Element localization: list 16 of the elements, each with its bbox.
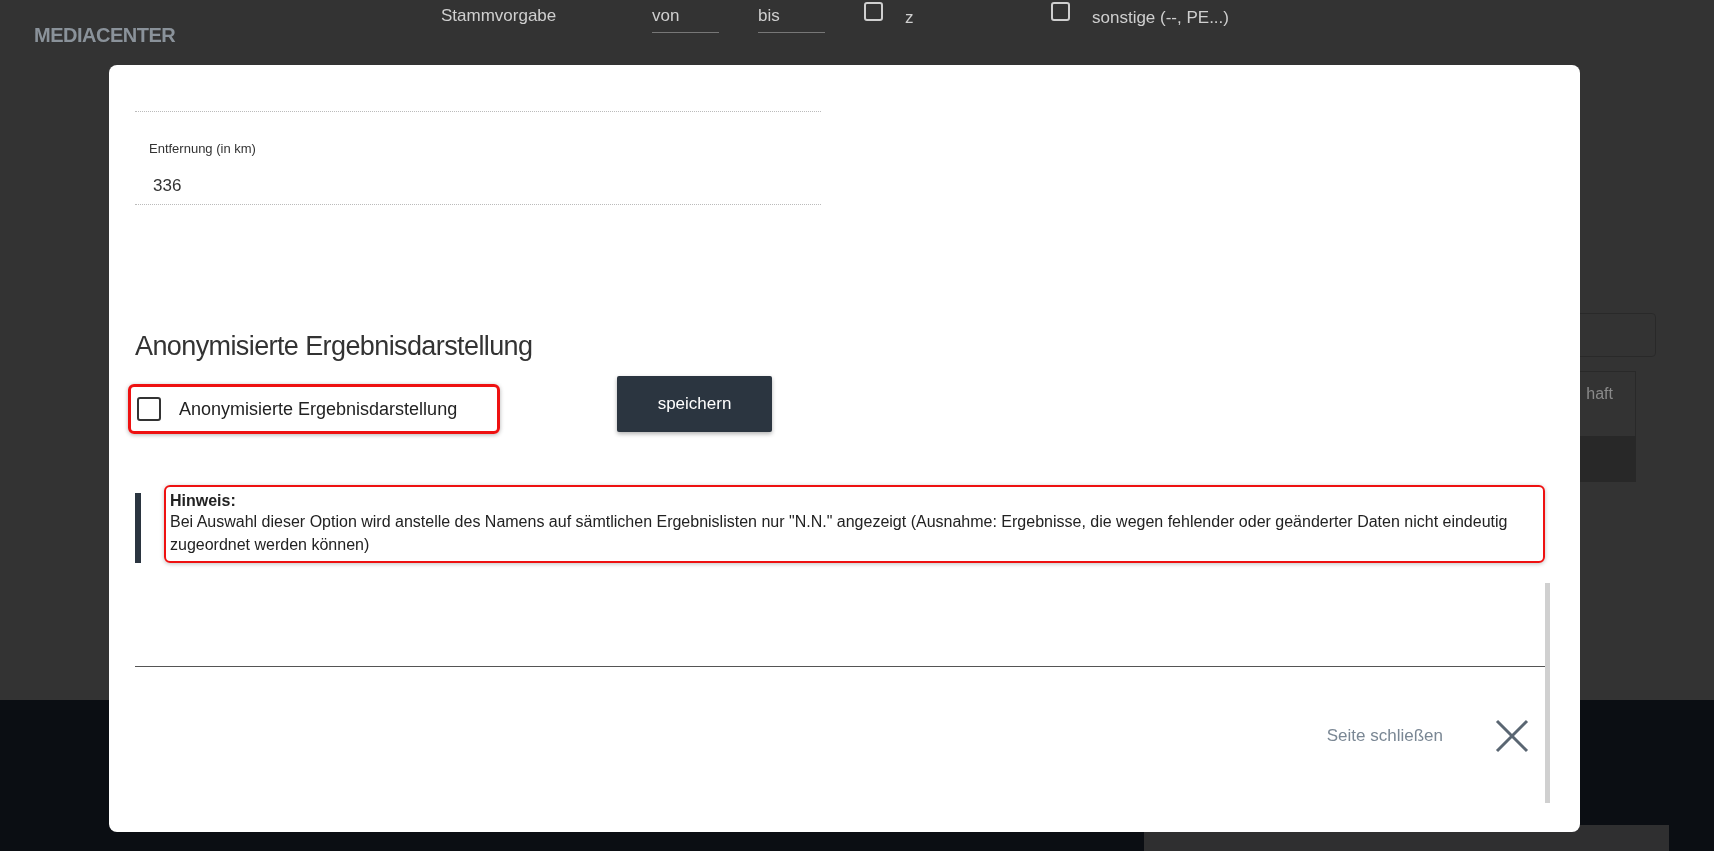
section-title: Anonymisierte Ergebnisdarstellung [135, 331, 533, 362]
input-field[interactable]: 336 [153, 176, 821, 204]
filter-label: Stammvorgabe [441, 6, 558, 26]
hint-text: Bei Auswahl dieser Option wird anstelle des Namens auf sämtlichen Ergebnislisten nur "N.N." angezeigt (Ausnahme: Ergebnisse, die wegen fehlender oder geänderter Daten nicht eindeutig zugeordnet werden können) [170, 512, 1509, 555]
close-icon[interactable] [1495, 719, 1529, 753]
checkbox[interactable] [137, 397, 161, 421]
checkbox-label: z [905, 8, 915, 28]
column-header: haft [1586, 385, 1613, 404]
scrollbar[interactable] [1545, 583, 1550, 803]
save-button[interactable]: speichern [617, 376, 772, 432]
field-label: Entfernung (in km) [149, 141, 257, 156]
close-link[interactable]: Seite schließen [1326, 726, 1443, 746]
site-logo: MEDIACENTER [34, 24, 177, 47]
hint-title: Hinweis: [170, 492, 237, 510]
checkbox-label: sonstige (--, PE...) [1092, 8, 1229, 28]
checkbox-label: Anonymisierte Ergebnisdarstellung [179, 398, 458, 420]
